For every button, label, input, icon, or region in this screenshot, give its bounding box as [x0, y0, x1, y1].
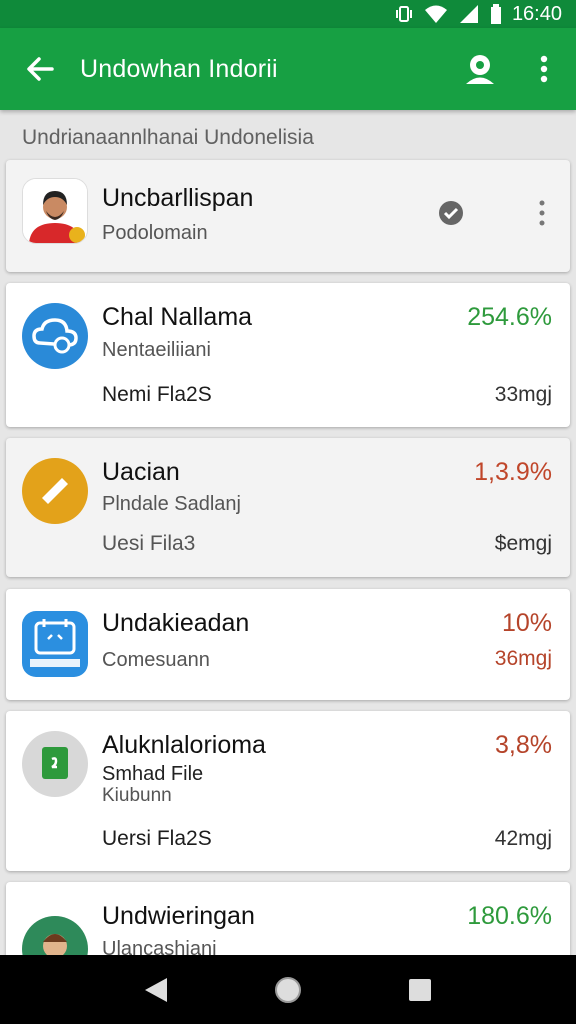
wifi-icon [424, 4, 448, 24]
nav-home-button[interactable] [258, 960, 318, 1020]
item-size: $emgj [494, 532, 552, 555]
list-item[interactable]: Undakieadan 10% Comesuann 36mgj [6, 589, 570, 700]
profile-subtitle: Podolomain [102, 222, 208, 244]
profile-card[interactable]: Uncbarllispan Podolomain [6, 160, 570, 272]
profile-name: Uncbarllispan [102, 184, 254, 212]
app-bar: Undowhan Indorii [0, 28, 576, 110]
more-options-button[interactable] [512, 28, 576, 110]
account-icon [466, 55, 494, 84]
item-title: Undakieadan [102, 609, 250, 637]
item-subtitle-secondary: Kiubunn [102, 785, 172, 806]
item-title: Chal Nallama [102, 303, 253, 331]
nav-back-button[interactable] [126, 960, 186, 1020]
item-subtitle: Ulancashiani [102, 938, 217, 955]
profile-avatar [22, 178, 88, 244]
status-bar: 16:40 [0, 0, 576, 28]
item-percent: 254.6% [467, 303, 552, 331]
signal-icon [458, 4, 480, 24]
more-vert-icon [539, 200, 545, 226]
back-button[interactable] [0, 28, 80, 110]
item-subtitle: Comesuann [102, 649, 210, 671]
list-item[interactable]: Undwieringan 180.6% Ulancashiani [6, 882, 570, 955]
item-percent: 1,3.9% [474, 458, 552, 486]
home-circle-icon [275, 976, 301, 1003]
item-percent: 180.6% [467, 902, 552, 930]
item-subtitle: Smhad File [102, 763, 204, 785]
navigation-bar [0, 955, 576, 1024]
item-title: Undwieringan [102, 902, 255, 930]
item-size: 42mgj [494, 827, 552, 850]
app-title: Undowhan Indorii [80, 54, 278, 83]
list-item[interactable]: Chal Nallama 254.6% Nentaeiliiani Nemi F… [6, 283, 570, 427]
status-time: 16:40 [511, 2, 562, 25]
calendar-app-icon [22, 611, 88, 677]
item-subtitle: Nentaeiliiani [102, 339, 211, 361]
vibrate-icon [394, 4, 414, 24]
recents-square-icon [409, 978, 431, 1001]
person-avatar-icon [22, 916, 88, 955]
item-size: 36mgj [494, 647, 552, 670]
account-button[interactable] [448, 28, 512, 110]
back-triangle-icon [145, 977, 167, 1002]
nav-recents-button[interactable] [390, 960, 450, 1020]
file-app-icon [22, 731, 88, 797]
battery-icon [490, 4, 502, 24]
list-item[interactable]: Aluknlalorioma 3,8% Smhad File Kiubunn U… [6, 711, 570, 871]
item-percent: 3,8% [495, 731, 552, 759]
screen: 16:40 Undowhan Indorii Undrianaannlhanai… [0, 0, 576, 1024]
item-version: Uesi Fila3 [102, 532, 196, 555]
arrow-back-icon [27, 57, 54, 81]
item-title: Uacian [102, 458, 180, 486]
item-size: 33mgj [494, 383, 552, 406]
item-percent: 10% [501, 609, 552, 637]
cloud-sync-icon [22, 303, 88, 369]
item-title: Aluknlalorioma [102, 731, 266, 759]
ticket-icon [22, 458, 88, 524]
more-vert-icon [540, 55, 548, 83]
content-list: Undrianaannlhanai Undonelisia Uncbarllis… [0, 110, 576, 955]
verified-icon [438, 200, 464, 231]
item-version: Uersi Fla2S [102, 827, 212, 850]
profile-more-button[interactable] [530, 196, 554, 230]
section-title: Undrianaannlhanai Undonelisia [22, 126, 314, 149]
item-version: Nemi Fla2S [102, 383, 212, 406]
list-item[interactable]: Uacian 1,3.9% Plndale Sadlanj Uesi Fila3… [6, 438, 570, 577]
item-subtitle: Plndale Sadlanj [102, 493, 241, 515]
